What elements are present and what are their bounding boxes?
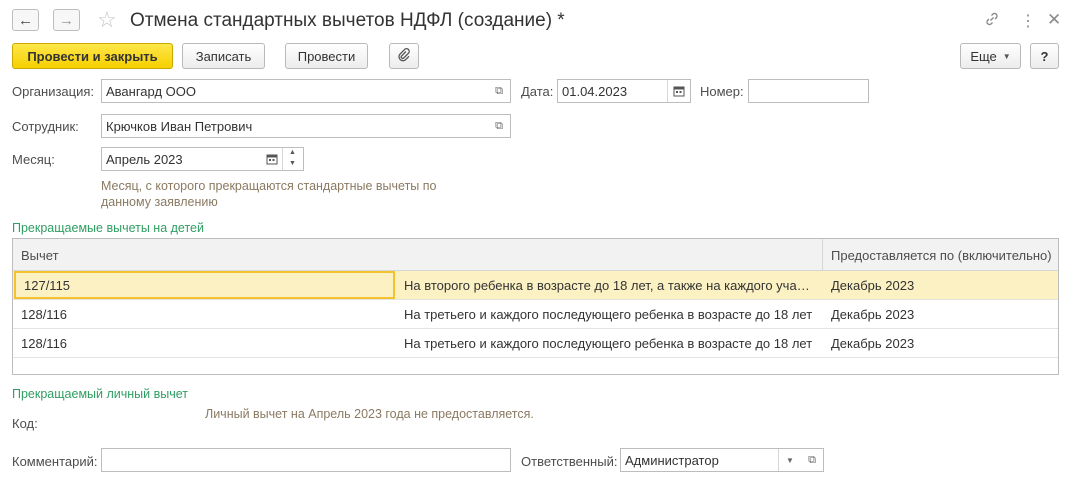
month-field[interactable]: Апрель 2023 ▲ ▼ xyxy=(101,147,304,171)
post-and-close-button[interactable]: Провести и закрыть xyxy=(12,43,173,69)
table-row[interactable]: 128/116 На третьего и каждого последующе… xyxy=(13,329,1058,358)
month-label: Месяц: xyxy=(12,152,55,167)
date-field[interactable]: 01.04.2023 xyxy=(557,79,691,103)
forward-button[interactable]: → xyxy=(53,9,80,31)
deduction-code-cell[interactable]: 128/116 xyxy=(13,329,393,357)
spin-down-icon[interactable]: ▼ xyxy=(289,160,296,167)
month-hint: Месяц, с которого прекращаются стандартн… xyxy=(101,179,437,209)
table-row[interactable]: 127/115 На второго ребенка в возрасте до… xyxy=(13,271,1058,300)
deduction-code-cell[interactable]: 128/116 xyxy=(13,300,393,328)
arrow-left-icon: ← xyxy=(18,11,33,29)
organization-field[interactable]: Авангард ООО ⧉ xyxy=(101,79,511,103)
personal-deduction-message: Личный вычет на Апрель 2023 года не пред… xyxy=(205,407,534,421)
date-label: Дата: xyxy=(521,84,554,99)
employee-field[interactable]: Крючков Иван Петрович ⧉ xyxy=(101,114,511,138)
employee-value: Крючков Иван Петрович xyxy=(106,119,253,134)
open-employee-icon[interactable]: ⧉ xyxy=(488,115,510,137)
responsible-field[interactable]: Администратор ▼ ⧉ xyxy=(620,448,824,472)
attach-button[interactable] xyxy=(389,43,419,69)
dropdown-arrow-icon: ▼ xyxy=(1002,51,1011,61)
deduction-description-cell[interactable]: На третьего и каждого последующего ребен… xyxy=(396,300,816,328)
deduction-code-cell[interactable]: 127/115 xyxy=(14,271,395,299)
column-header-until[interactable]: Предоставляется по (включительно) xyxy=(823,239,1058,271)
link-icon[interactable] xyxy=(984,11,1000,31)
children-deductions-table[interactable]: Вычет Предоставляется по (включительно) … xyxy=(12,238,1059,375)
help-button[interactable]: ? xyxy=(1030,43,1059,69)
back-button[interactable]: ← xyxy=(12,9,39,31)
table-row[interactable]: 128/116 На третьего и каждого последующе… xyxy=(13,300,1058,329)
number-field[interactable] xyxy=(748,79,869,103)
deduction-description-cell[interactable]: На второго ребенка в возрасте до 18 лет,… xyxy=(396,271,816,299)
paperclip-icon xyxy=(397,47,411,65)
until-cell[interactable]: Декабрь 2023 xyxy=(823,271,1043,299)
comment-label: Комментарий: xyxy=(12,454,98,469)
favorite-star-icon[interactable]: ☆ xyxy=(97,7,117,33)
organization-value: Авангард ООО xyxy=(106,84,196,99)
more-button-label: Еще xyxy=(970,48,997,64)
more-vertical-icon[interactable]: ⋮ xyxy=(1020,11,1036,31)
open-organization-icon[interactable]: ⧉ xyxy=(488,80,510,102)
close-icon[interactable]: ✕ xyxy=(1047,10,1061,30)
column-header-deduction[interactable]: Вычет xyxy=(13,239,823,271)
responsible-label: Ответственный: xyxy=(521,454,618,469)
calendar-icon[interactable] xyxy=(667,80,690,102)
number-label: Номер: xyxy=(700,84,744,99)
personal-section-title: Прекращаемый личный вычет xyxy=(12,387,189,401)
save-button[interactable]: Записать xyxy=(182,43,265,69)
responsible-dropdown-icon[interactable]: ▼ xyxy=(778,449,801,471)
more-button[interactable]: Еще ▼ xyxy=(960,43,1021,69)
deduction-description-cell[interactable]: На третьего и каждого последующего ребен… xyxy=(396,329,816,357)
arrow-right-icon: → xyxy=(59,11,74,29)
children-section-title: Прекращаемые вычеты на детей xyxy=(12,221,204,235)
window-title: Отмена стандартных вычетов НДФЛ (создани… xyxy=(130,10,565,31)
post-button[interactable]: Провести xyxy=(285,43,368,69)
month-value: Апрель 2023 xyxy=(106,152,183,167)
until-cell[interactable]: Декабрь 2023 xyxy=(823,300,1043,328)
month-calendar-icon[interactable] xyxy=(261,148,283,170)
responsible-value: Администратор xyxy=(625,453,719,468)
code-label: Код: xyxy=(12,416,38,431)
open-responsible-icon[interactable]: ⧉ xyxy=(801,449,823,471)
comment-field[interactable] xyxy=(101,448,511,472)
organization-label: Организация: xyxy=(12,84,95,99)
date-value: 01.04.2023 xyxy=(562,84,628,99)
month-spinner[interactable]: ▲ ▼ xyxy=(282,148,303,170)
employee-label: Сотрудник: xyxy=(12,119,79,134)
spin-up-icon[interactable]: ▲ xyxy=(289,149,296,156)
until-cell[interactable]: Декабрь 2023 xyxy=(823,329,1043,357)
